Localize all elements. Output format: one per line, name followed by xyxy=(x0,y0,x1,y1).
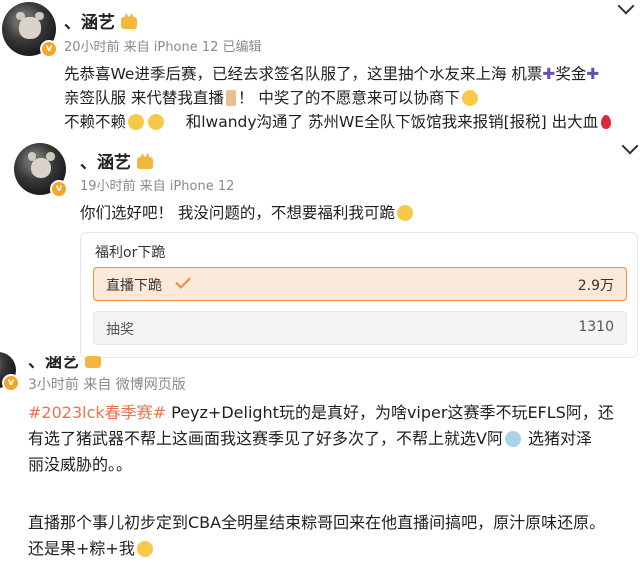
crown-icon xyxy=(85,356,101,368)
cry-emoji-icon xyxy=(128,114,145,130)
verified-icon: v xyxy=(2,374,20,392)
blood-drop-icon xyxy=(601,115,612,129)
post3-header-clip: 、涵艺 xyxy=(0,356,640,370)
verified-icon: v xyxy=(40,40,58,58)
poll-option-count: 2.9万 xyxy=(577,278,614,294)
post2-author[interactable]: 、涵艺 xyxy=(80,148,153,173)
post1-body: 先恭喜We进季后赛，已经去求签名队服了，这里抽个水友来上海 机票✚奖金✚ 亲签队… xyxy=(64,62,638,134)
sweat-emoji-icon xyxy=(504,431,521,447)
post2-author-name[interactable]: 、涵艺 xyxy=(80,153,131,173)
glasses-emoji-icon xyxy=(136,541,153,557)
chevron-down-icon[interactable] xyxy=(621,137,639,155)
post3-meta: 3小时前 来自 微博网页版 xyxy=(28,377,186,393)
post3-author[interactable]: 、涵艺 xyxy=(28,356,101,370)
post1-author-name[interactable]: 、涵艺 xyxy=(64,13,115,33)
plus-icon: ✚ xyxy=(542,65,556,83)
candle-emoji-icon xyxy=(225,90,236,106)
post3-body: #2023lck春季赛# Peyz+Delight玩的是真好，为啥viper这赛… xyxy=(28,403,614,558)
post1-author[interactable]: 、涵艺 xyxy=(64,8,137,33)
topic-hashtag[interactable]: #2023lck春季赛# xyxy=(28,403,166,422)
post2-body: 你们选好吧！ 我没问题的，不想要福利我可跪 xyxy=(80,201,415,225)
post1-meta: 20小时前 来自 iPhone 12 已编辑 xyxy=(64,40,262,55)
poll-option-count: 1310 xyxy=(578,319,614,335)
chevron-down-icon[interactable] xyxy=(617,0,635,15)
smile-emoji-icon xyxy=(148,114,165,130)
grin-emoji-icon xyxy=(396,205,413,221)
verified-icon: v xyxy=(50,180,68,198)
poll-card: 福利or下跪 直播下跪 2.9万 抽奖 1310 xyxy=(80,232,638,358)
poll-question: 福利or下跪 xyxy=(95,245,166,261)
poll-option-label: 直播下跪 xyxy=(106,278,162,294)
crown-icon xyxy=(137,157,153,169)
plus-icon: ✚ xyxy=(586,65,600,83)
poll-option-label: 抽奖 xyxy=(106,322,134,338)
poll-option-live-kneel[interactable]: 直播下跪 2.9万 xyxy=(93,267,627,301)
laugh-emoji-icon xyxy=(461,90,478,106)
check-icon xyxy=(175,273,191,289)
post2-meta: 19小时前 来自 iPhone 12 xyxy=(80,179,235,194)
post3-author-name[interactable]: 、涵艺 xyxy=(28,356,79,370)
poll-option-lottery[interactable]: 抽奖 1310 xyxy=(93,311,627,345)
crown-icon xyxy=(121,17,137,29)
